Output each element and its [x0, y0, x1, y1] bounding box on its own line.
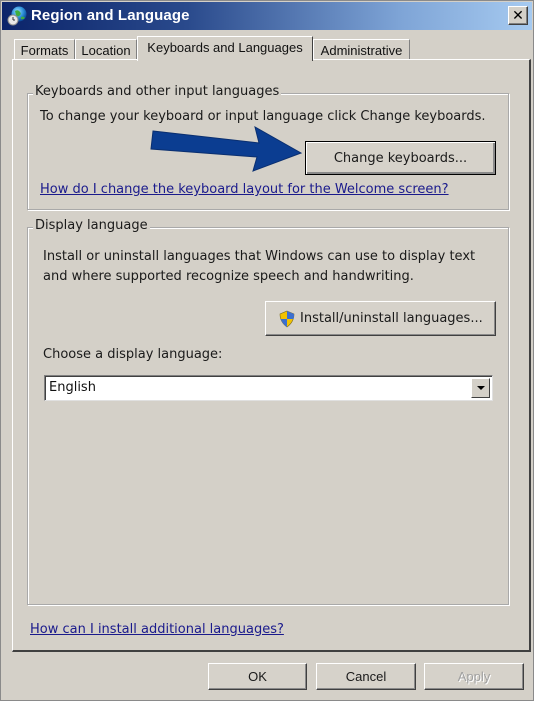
tab-administrative-label: Administrative — [320, 43, 403, 58]
keyboards-group-legend: Keyboards and other input languages — [33, 84, 282, 99]
close-button[interactable]: ✕ — [508, 6, 528, 25]
ok-button-label: OK — [248, 669, 267, 684]
title-bar[interactable]: Region and Language ✕ — [2, 2, 532, 30]
cancel-button-label: Cancel — [345, 669, 387, 684]
close-icon: ✕ — [512, 7, 524, 24]
uac-shield-icon — [279, 310, 295, 327]
tab-keyboards-and-languages[interactable]: Keyboards and Languages — [137, 36, 313, 61]
apply-button[interactable]: Apply — [424, 663, 524, 690]
tab-location[interactable]: Location — [75, 39, 137, 61]
change-keyboards-button-label: Change keyboards... — [333, 150, 468, 166]
tab-formats-label: Formats — [20, 43, 69, 58]
ok-button[interactable]: OK — [208, 663, 307, 690]
welcome-screen-keyboard-layout-link[interactable]: How do I change the keyboard layout for … — [40, 182, 449, 197]
cancel-button[interactable]: Cancel — [316, 663, 416, 690]
install-uninstall-languages-button[interactable]: Install/uninstall languages... — [265, 301, 496, 336]
display-description-line2: and where supported recognize speech and… — [43, 269, 414, 284]
display-language-value: English — [49, 380, 96, 395]
tab-keyboards-and-languages-label: Keyboards and Languages — [147, 40, 303, 55]
install-additional-languages-link[interactable]: How can I install additional languages? — [30, 622, 284, 637]
tab-administrative[interactable]: Administrative — [313, 39, 410, 61]
tab-location-label: Location — [81, 43, 131, 58]
display-description-line1: Install or uninstall languages that Wind… — [43, 249, 476, 264]
apply-button-label: Apply — [457, 669, 491, 684]
chevron-down-icon — [476, 386, 485, 390]
window-title: Region and Language — [31, 7, 190, 24]
change-keyboards-button[interactable]: Change keyboards... — [305, 141, 496, 175]
display-language-group-legend: Display language — [33, 218, 150, 233]
display-language-select[interactable]: English — [44, 375, 493, 401]
annotation-arrow-icon — [150, 125, 303, 172]
tab-formats[interactable]: Formats — [14, 39, 75, 61]
choose-display-language-label: Choose a display language: — [43, 347, 223, 362]
install-uninstall-languages-label: Install/uninstall languages... — [300, 311, 483, 326]
region-and-language-dialog: Region and Language ✕ Formats Location K… — [0, 0, 534, 701]
globe-clock-icon — [7, 6, 27, 26]
dropdown-button[interactable] — [471, 378, 490, 398]
